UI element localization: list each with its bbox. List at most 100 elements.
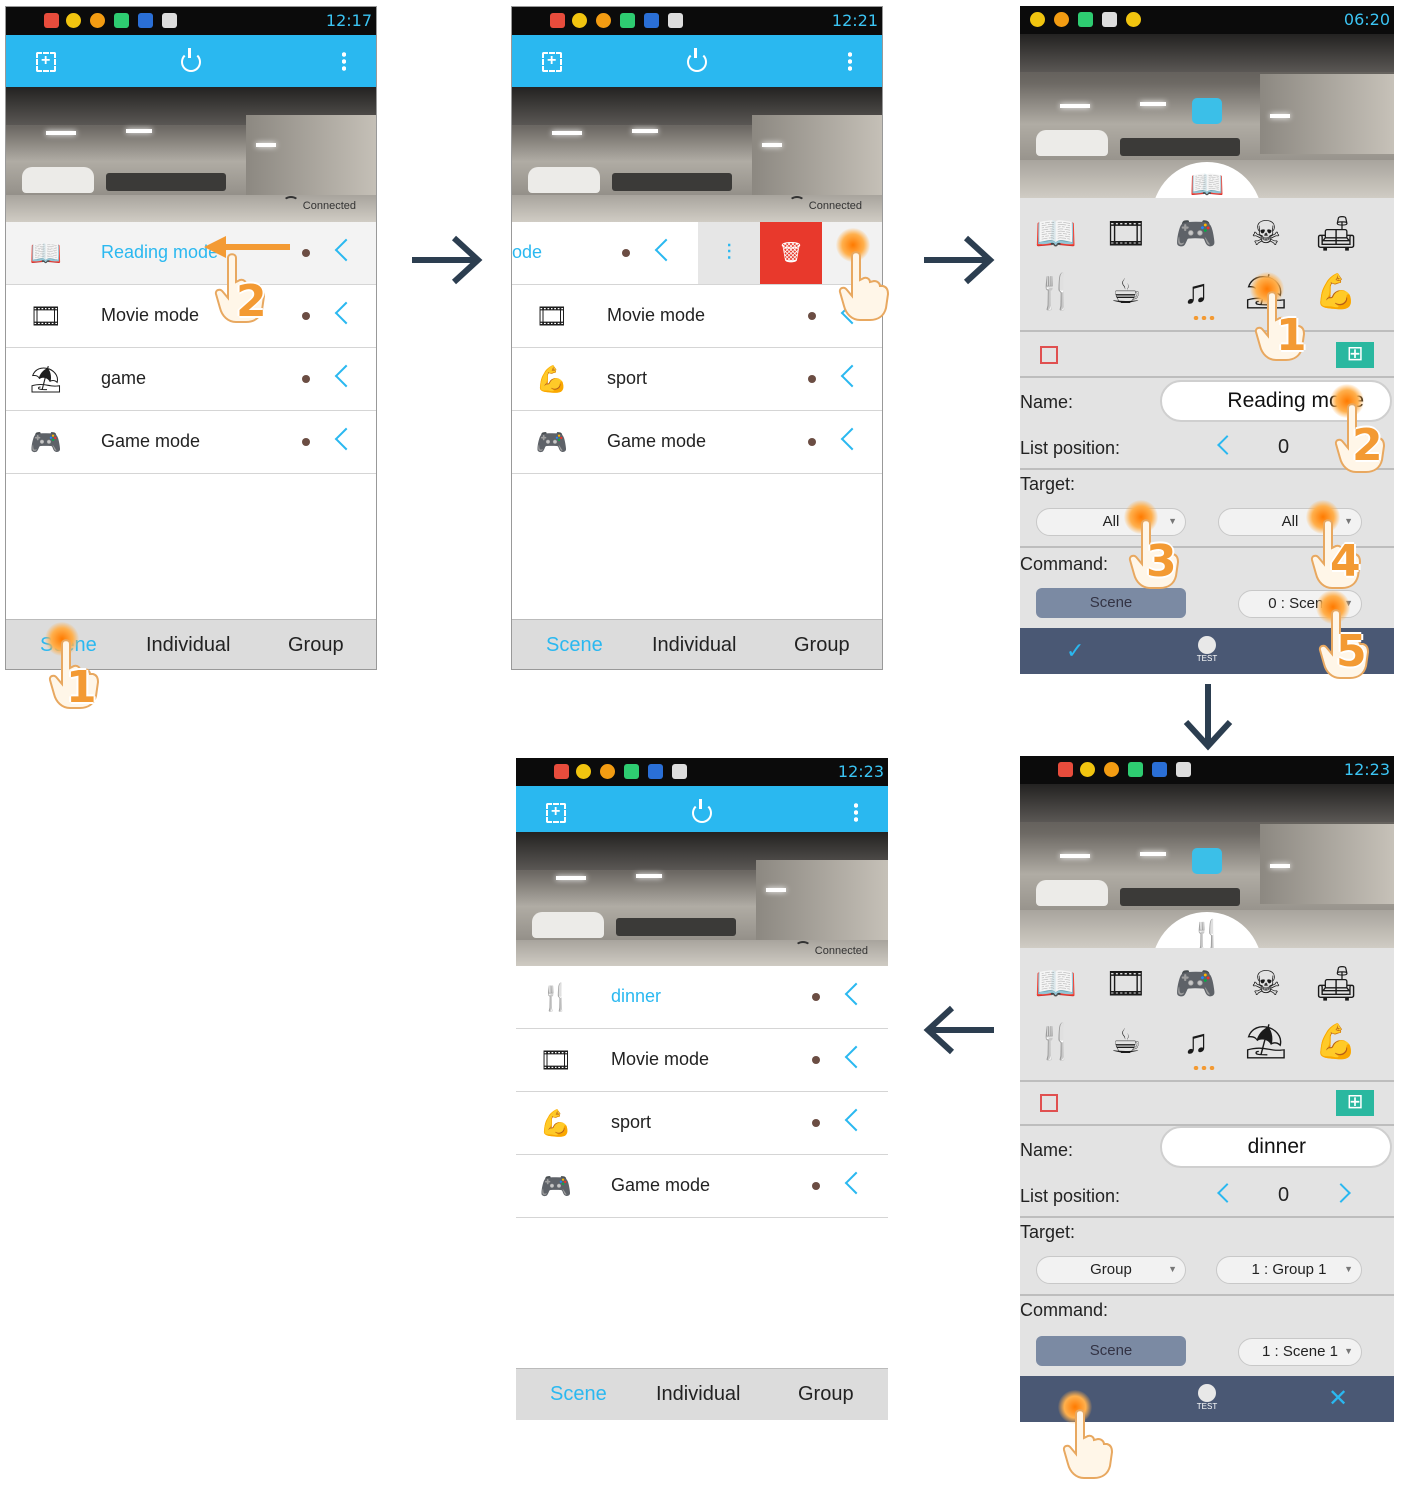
coffee-cup-icon[interactable]: ☕	[1102, 270, 1150, 314]
more-menu-icon[interactable]	[854, 802, 858, 822]
camera-icon[interactable]	[1192, 848, 1222, 874]
target-id-select[interactable]: 1 : Group 1	[1216, 1256, 1362, 1284]
list-item[interactable]: ode ⫶ 🗑	[512, 222, 882, 285]
music-note-icon[interactable]: ♫	[1172, 1020, 1220, 1064]
sofa-icon[interactable]: 🛋	[1312, 212, 1360, 256]
tab-scene[interactable]: Scene	[550, 1383, 607, 1406]
chevron-left-icon[interactable]	[840, 364, 864, 388]
list-item-label: Movie mode	[607, 305, 706, 325]
tab-individual[interactable]: Individual	[652, 634, 737, 657]
tab-group[interactable]: Group	[794, 634, 850, 657]
reclining-person-icon[interactable]: ⛱	[1242, 1020, 1290, 1064]
coffee-cup-icon[interactable]: ☕	[1102, 1020, 1150, 1064]
chevron-left-icon[interactable]	[334, 301, 358, 325]
add-scene-button[interactable]	[546, 803, 566, 823]
add-button[interactable]: ⊞	[1336, 342, 1374, 368]
target-type-select[interactable]: Group	[1036, 1256, 1186, 1284]
more-menu-icon[interactable]	[342, 51, 346, 71]
status-bar: 12:17	[6, 7, 376, 35]
add-button[interactable]: ⊞	[1336, 1090, 1374, 1116]
list-item[interactable]: 🎞 Movie mode	[6, 285, 376, 348]
remove-button[interactable]	[1040, 1094, 1058, 1112]
power-icon[interactable]	[687, 48, 707, 72]
chevron-left-icon[interactable]	[844, 982, 868, 1006]
list-item-label: ode	[512, 242, 543, 262]
status-dot	[812, 1056, 820, 1064]
chevron-left-icon[interactable]	[654, 238, 678, 262]
music-note-icon[interactable]: ♫	[1172, 270, 1220, 314]
test-button[interactable]: TEST	[1194, 1384, 1220, 1411]
status-dot	[812, 1119, 820, 1127]
list-position-value: 0	[1278, 436, 1290, 458]
chevron-left-icon[interactable]	[334, 364, 358, 388]
list-item[interactable]: 🎮 Game mode	[516, 1155, 888, 1218]
chevron-left-icon[interactable]	[844, 1045, 868, 1069]
film-reel-icon[interactable]: 🎞	[1102, 962, 1150, 1006]
gamepad-icon[interactable]: 🎮	[1172, 212, 1220, 256]
more-menu-icon[interactable]	[848, 51, 852, 71]
screen-5: 12:23 Connected 🍴 dinner 🎞 Movie mode 💪 …	[516, 758, 888, 1420]
fork-knife-icon[interactable]: 🍴	[1032, 1020, 1080, 1064]
book-icon[interactable]: 📖	[1032, 962, 1080, 1006]
command-type-button[interactable]: Scene	[1036, 1336, 1186, 1366]
chevron-right-icon[interactable]	[1331, 1183, 1351, 1203]
list-item[interactable]: 🎞 Movie mode	[516, 1029, 888, 1092]
chevron-left-icon[interactable]	[844, 1108, 868, 1132]
target-label: Target:	[1020, 1222, 1076, 1242]
chevron-left-icon[interactable]	[840, 427, 864, 451]
name-field[interactable]: dinner	[1160, 1126, 1392, 1168]
tab-individual[interactable]: Individual	[146, 634, 231, 657]
list-item[interactable]: 🎮 Game mode	[6, 411, 376, 474]
add-scene-button[interactable]	[36, 52, 56, 72]
film-reel-icon: 🎞	[29, 301, 63, 331]
camera-icon[interactable]	[1192, 98, 1222, 124]
skull-icon[interactable]: ☠	[1242, 962, 1290, 1006]
page-indicator	[1192, 1066, 1216, 1070]
connection-status: Connected	[795, 941, 868, 957]
room-banner: 📖	[1020, 34, 1394, 198]
room-banner: Connected	[516, 832, 888, 967]
power-icon[interactable]	[181, 48, 201, 72]
chevron-left-icon[interactable]	[844, 1171, 868, 1195]
flexed-arm-icon[interactable]: 💪	[1312, 270, 1360, 314]
film-reel-icon[interactable]: 🎞	[1102, 212, 1150, 256]
status-dot	[302, 312, 310, 320]
film-reel-icon: 🎞	[539, 1045, 573, 1075]
test-button[interactable]: TEST	[1194, 636, 1220, 663]
list-item[interactable]: 💪 sport	[512, 348, 882, 411]
command-select[interactable]: 1 : Scene 1	[1238, 1338, 1362, 1366]
tab-individual[interactable]: Individual	[656, 1383, 741, 1406]
list-item[interactable]: 💪 sport	[516, 1092, 888, 1155]
flexed-arm-icon[interactable]: 💪	[1312, 1020, 1360, 1064]
confirm-check-icon[interactable]: ✓	[1066, 638, 1084, 664]
tab-scene[interactable]: Scene	[546, 634, 603, 657]
chevron-left-icon[interactable]	[1217, 1183, 1237, 1203]
sofa-icon[interactable]: 🛋	[1312, 962, 1360, 1006]
gamepad-icon[interactable]: 🎮	[1172, 962, 1220, 1006]
status-time: 12:21	[831, 11, 878, 30]
command-type-button[interactable]: Scene	[1036, 588, 1186, 618]
status-bar: 12:23	[1020, 756, 1394, 784]
delete-button[interactable]: 🗑	[760, 222, 822, 284]
connection-status: Connected	[283, 196, 356, 212]
list-item[interactable]: 📖 Reading mode	[6, 222, 376, 285]
step-number: 5	[1336, 626, 1367, 677]
adjust-button[interactable]: ⫶	[698, 222, 760, 284]
tab-group[interactable]: Group	[798, 1383, 854, 1406]
remove-button[interactable]	[1040, 346, 1058, 364]
add-scene-button[interactable]	[542, 52, 562, 72]
chevron-left-icon[interactable]	[334, 238, 358, 262]
list-item[interactable]: 🎞 Movie mode	[512, 285, 882, 348]
close-icon[interactable]: ✕	[1328, 1384, 1348, 1413]
tab-group[interactable]: Group	[288, 634, 344, 657]
list-item[interactable]: ⛱ game	[6, 348, 376, 411]
chevron-left-icon[interactable]	[1217, 435, 1237, 455]
power-icon[interactable]	[692, 799, 712, 823]
book-icon[interactable]: 📖	[1032, 212, 1080, 256]
list-item[interactable]: 🍴 dinner	[516, 966, 888, 1029]
list-item[interactable]: 🎮 Game mode	[512, 411, 882, 474]
fork-knife-icon[interactable]: 🍴	[1032, 270, 1080, 314]
skull-icon[interactable]: ☠	[1242, 212, 1290, 256]
gamepad-icon: 🎮	[535, 427, 569, 457]
chevron-left-icon[interactable]	[334, 427, 358, 451]
